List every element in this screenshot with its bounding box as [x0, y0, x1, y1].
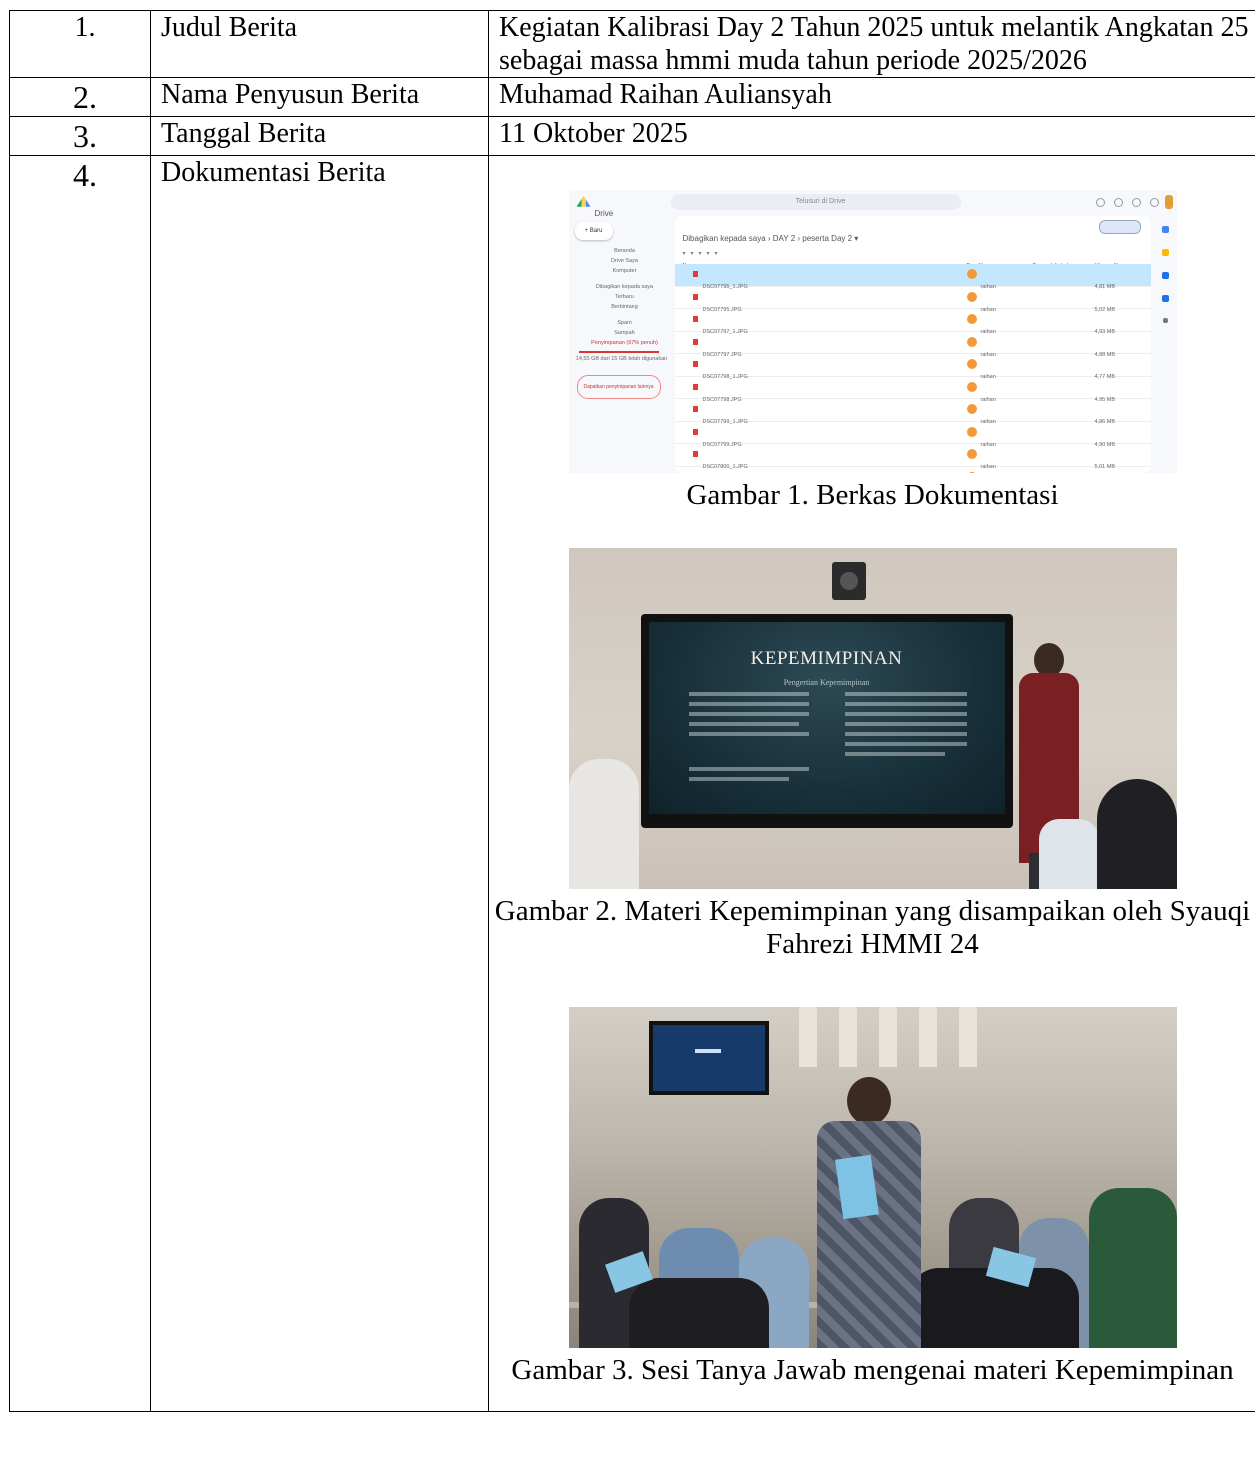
sidebar-item: Sampah	[614, 330, 635, 336]
news-date: 11 Oktober 2025	[488, 116, 1255, 156]
image-file-icon	[692, 271, 698, 277]
drive-screenshot-image: Drive Telusuri di Drive + Baru Beranda D…	[568, 190, 1177, 473]
figure-1: Drive Telusuri di Drive + Baru Beranda D…	[489, 190, 1255, 512]
image-file-icon	[692, 383, 698, 390]
image-file-icon	[692, 451, 698, 457]
apps-icon	[1149, 198, 1159, 207]
add-icon	[1163, 318, 1168, 323]
row-number: 4.	[9, 155, 151, 1412]
file-list-header: Nama ↑ Pemilik Tanggal diubah Ukuran fil…	[683, 250, 1143, 269]
camera-icon	[831, 562, 866, 600]
drive-top-icons	[1095, 198, 1159, 207]
owner-avatar	[966, 404, 977, 414]
file-row: DSC07799_1.JPG raihan 4,86 MB	[674, 399, 1151, 425]
file-row: DSC07797_1.JPG raihan 4,93 MB	[674, 309, 1151, 335]
storage-text: 14,55 GB dari 15 GB telah digunakan	[575, 356, 668, 362]
image-file-icon	[692, 428, 698, 435]
new-button: + Baru	[574, 222, 613, 240]
calendar-icon	[1162, 226, 1169, 233]
buy-storage-button: Dapatkan penyimpanan lainnya	[576, 375, 661, 399]
owner-avatar	[966, 314, 977, 324]
figure-caption: Gambar 2. Materi Kepemimpinan yang disam…	[494, 895, 1251, 960]
file-row: DSC07798.JPG raihan 4,95 MB	[674, 377, 1151, 403]
file-row: DSC07795.JPG raihan 5,02 MB	[674, 287, 1151, 313]
drive-logo-icon	[576, 196, 591, 207]
file-row: DSC07799.JPG raihan 4,90 MB	[674, 422, 1151, 448]
avatar	[1164, 195, 1173, 209]
news-title: Kegiatan Kalibrasi Day 2 Tahun 2025 untu…	[488, 10, 1255, 78]
gemini-icon	[1131, 198, 1141, 207]
owner-avatar	[966, 449, 977, 459]
file-row: DSC07800_1.JPG raihan 5,01 MB	[674, 444, 1151, 470]
tv-screen: KEPEMIMPINAN Pengertian Kepemimpinan	[640, 614, 1013, 828]
owner-avatar	[966, 426, 977, 437]
figure-caption: Gambar 1. Berkas Dokumentasi	[686, 479, 1059, 511]
owner-avatar	[966, 381, 977, 392]
row-label: Tanggal Berita	[150, 116, 489, 156]
row-penyusun: 2. Nama Penyusun Berita Muhamad Raihan A…	[9, 77, 1255, 117]
figure-3: Gambar 3. Sesi Tanya Jawab mengenai mate…	[489, 1007, 1255, 1387]
contacts-icon	[1162, 295, 1169, 302]
sidebar-item: Drive Saya	[611, 258, 638, 264]
view-toggle	[1098, 220, 1141, 234]
row-label: Nama Penyusun Berita	[150, 77, 489, 117]
help-icon	[1095, 198, 1105, 207]
tasks-icon	[1162, 272, 1169, 279]
owner-avatar	[966, 336, 977, 347]
owner-avatar	[966, 269, 977, 279]
keep-icon	[1162, 249, 1169, 256]
row-dokumentasi: 4. Dokumentasi Berita Drive Telusuri di …	[9, 155, 1255, 1412]
row-label: Dokumentasi Berita	[150, 155, 489, 1412]
file-row: DSC07795_1.JPG raihan 4,81 MB	[674, 264, 1151, 290]
qa-session-photo	[568, 1007, 1177, 1348]
row-label: Judul Berita	[150, 10, 489, 78]
image-file-icon	[692, 293, 698, 300]
owner-avatar	[966, 471, 977, 473]
image-file-icon	[692, 406, 698, 412]
image-file-icon	[692, 338, 698, 345]
presentation-photo: KEPEMIMPINAN Pengertian Kepemimpinan	[568, 548, 1177, 889]
slide: KEPEMIMPINAN Pengertian Kepemimpinan	[648, 622, 1005, 814]
sidebar-item: Berbintang	[611, 304, 638, 310]
wall-tv	[648, 1021, 769, 1095]
owner-avatar	[966, 291, 977, 302]
author-name: Muhamad Raihan Auliansyah	[488, 77, 1255, 117]
row-number: 2.	[9, 77, 151, 117]
sidebar-item: Beranda	[614, 248, 635, 254]
sidebar-item: Komputer	[612, 268, 637, 274]
sidebar-item: Dibagikan kepada saya	[595, 284, 654, 290]
row-number: 3.	[9, 116, 151, 156]
image-file-icon	[692, 316, 698, 322]
image-file-icon	[692, 361, 698, 367]
storage-bar	[578, 351, 659, 353]
sidebar-item: Terbaru	[615, 294, 634, 300]
drive-topbar: Drive Telusuri di Drive	[569, 190, 1177, 218]
drive-sidebar: + Baru Beranda Drive Saya Komputer Dibag…	[569, 216, 669, 473]
file-rows: DSC07795_1.JPG raihan 4,81 MB DSC07795.JPG r…	[674, 264, 1151, 473]
news-report-table: 1. Judul Berita Kegiatan Kalibrasi Day 2…	[9, 10, 1255, 1412]
documentation-cell: Drive Telusuri di Drive + Baru Beranda D…	[488, 155, 1255, 1412]
owner-avatar	[966, 359, 977, 369]
settings-icon	[1113, 198, 1123, 207]
drive-side-rail	[1155, 216, 1177, 473]
sidebar-item: Spam	[617, 320, 632, 326]
row-tanggal: 3. Tanggal Berita 11 Oktober 2025	[9, 116, 1255, 156]
row-judul: 1. Judul Berita Kegiatan Kalibrasi Day 2…	[9, 10, 1255, 78]
file-row: DSC07798_1.JPG raihan 4,77 MB	[674, 354, 1151, 380]
file-row: DSC07800.JPGraihan4,99 MB	[675, 467, 1151, 473]
drive-file-list: Dibagikan kepada saya › DAY 2 › peserta …	[674, 216, 1151, 473]
questioner	[809, 1077, 929, 1348]
row-number: 1.	[9, 10, 151, 78]
figure-2: KEPEMIMPINAN Pengertian Kepemimpinan Gam…	[489, 548, 1255, 961]
file-row: DSC07797.JPG raihan 4,88 MB	[674, 332, 1151, 358]
sidebar-item: Penyimpanan (97% penuh)	[591, 340, 658, 346]
drive-search-input: Telusuri di Drive	[670, 194, 961, 210]
figure-caption: Gambar 3. Sesi Tanya Jawab mengenai mate…	[511, 1354, 1234, 1386]
